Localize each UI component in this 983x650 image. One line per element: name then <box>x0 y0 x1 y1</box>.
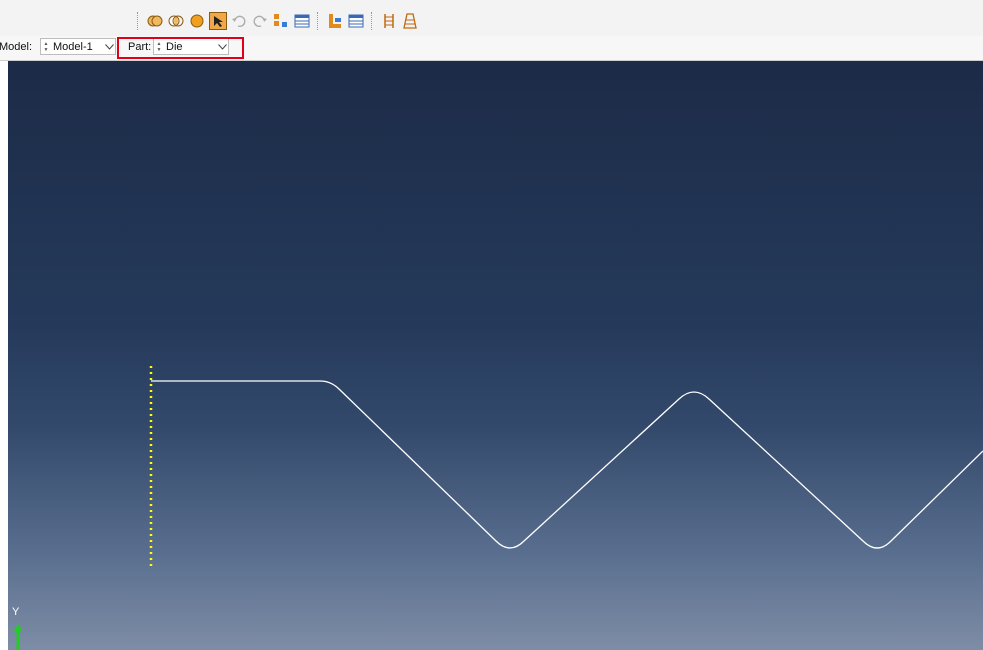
part-highlight-box <box>117 37 244 59</box>
undo-icon[interactable] <box>230 12 248 30</box>
toolbar-grip[interactable] <box>137 12 140 30</box>
viewport-canvas[interactable]: Y <box>8 61 983 650</box>
sketch-svg <box>149 366 983 567</box>
sphere-icon[interactable] <box>188 12 206 30</box>
stack-icon[interactable] <box>401 12 419 30</box>
redo-icon[interactable] <box>251 12 269 30</box>
model-label: Model: <box>0 41 33 53</box>
table-icon[interactable] <box>293 12 311 30</box>
assembly-icon[interactable] <box>326 12 344 30</box>
intersect-icon[interactable] <box>167 12 185 30</box>
select-icon[interactable] <box>209 12 227 30</box>
model-combo-value: Model-1 <box>53 40 93 53</box>
spinner-icon[interactable]: ▲ ▼ <box>41 39 51 54</box>
table2-icon[interactable] <box>347 12 365 30</box>
toolbar-grip[interactable] <box>371 12 374 30</box>
model-combo[interactable]: ▲ ▼ Model-1 <box>40 38 116 55</box>
ladder-icon[interactable] <box>380 12 398 30</box>
union-icon[interactable] <box>146 12 164 30</box>
triad-y-label: Y <box>12 606 20 618</box>
toolbar-grip[interactable] <box>317 12 320 30</box>
toolbar-icons <box>134 9 419 33</box>
main-toolbar <box>0 0 983 36</box>
coordinate-triad: Y <box>12 606 42 650</box>
tree-icon[interactable] <box>272 12 290 30</box>
chevron-down-icon[interactable] <box>103 39 115 54</box>
die-profile-curve[interactable] <box>151 380 983 549</box>
y-axis-arrow-icon <box>13 624 23 650</box>
